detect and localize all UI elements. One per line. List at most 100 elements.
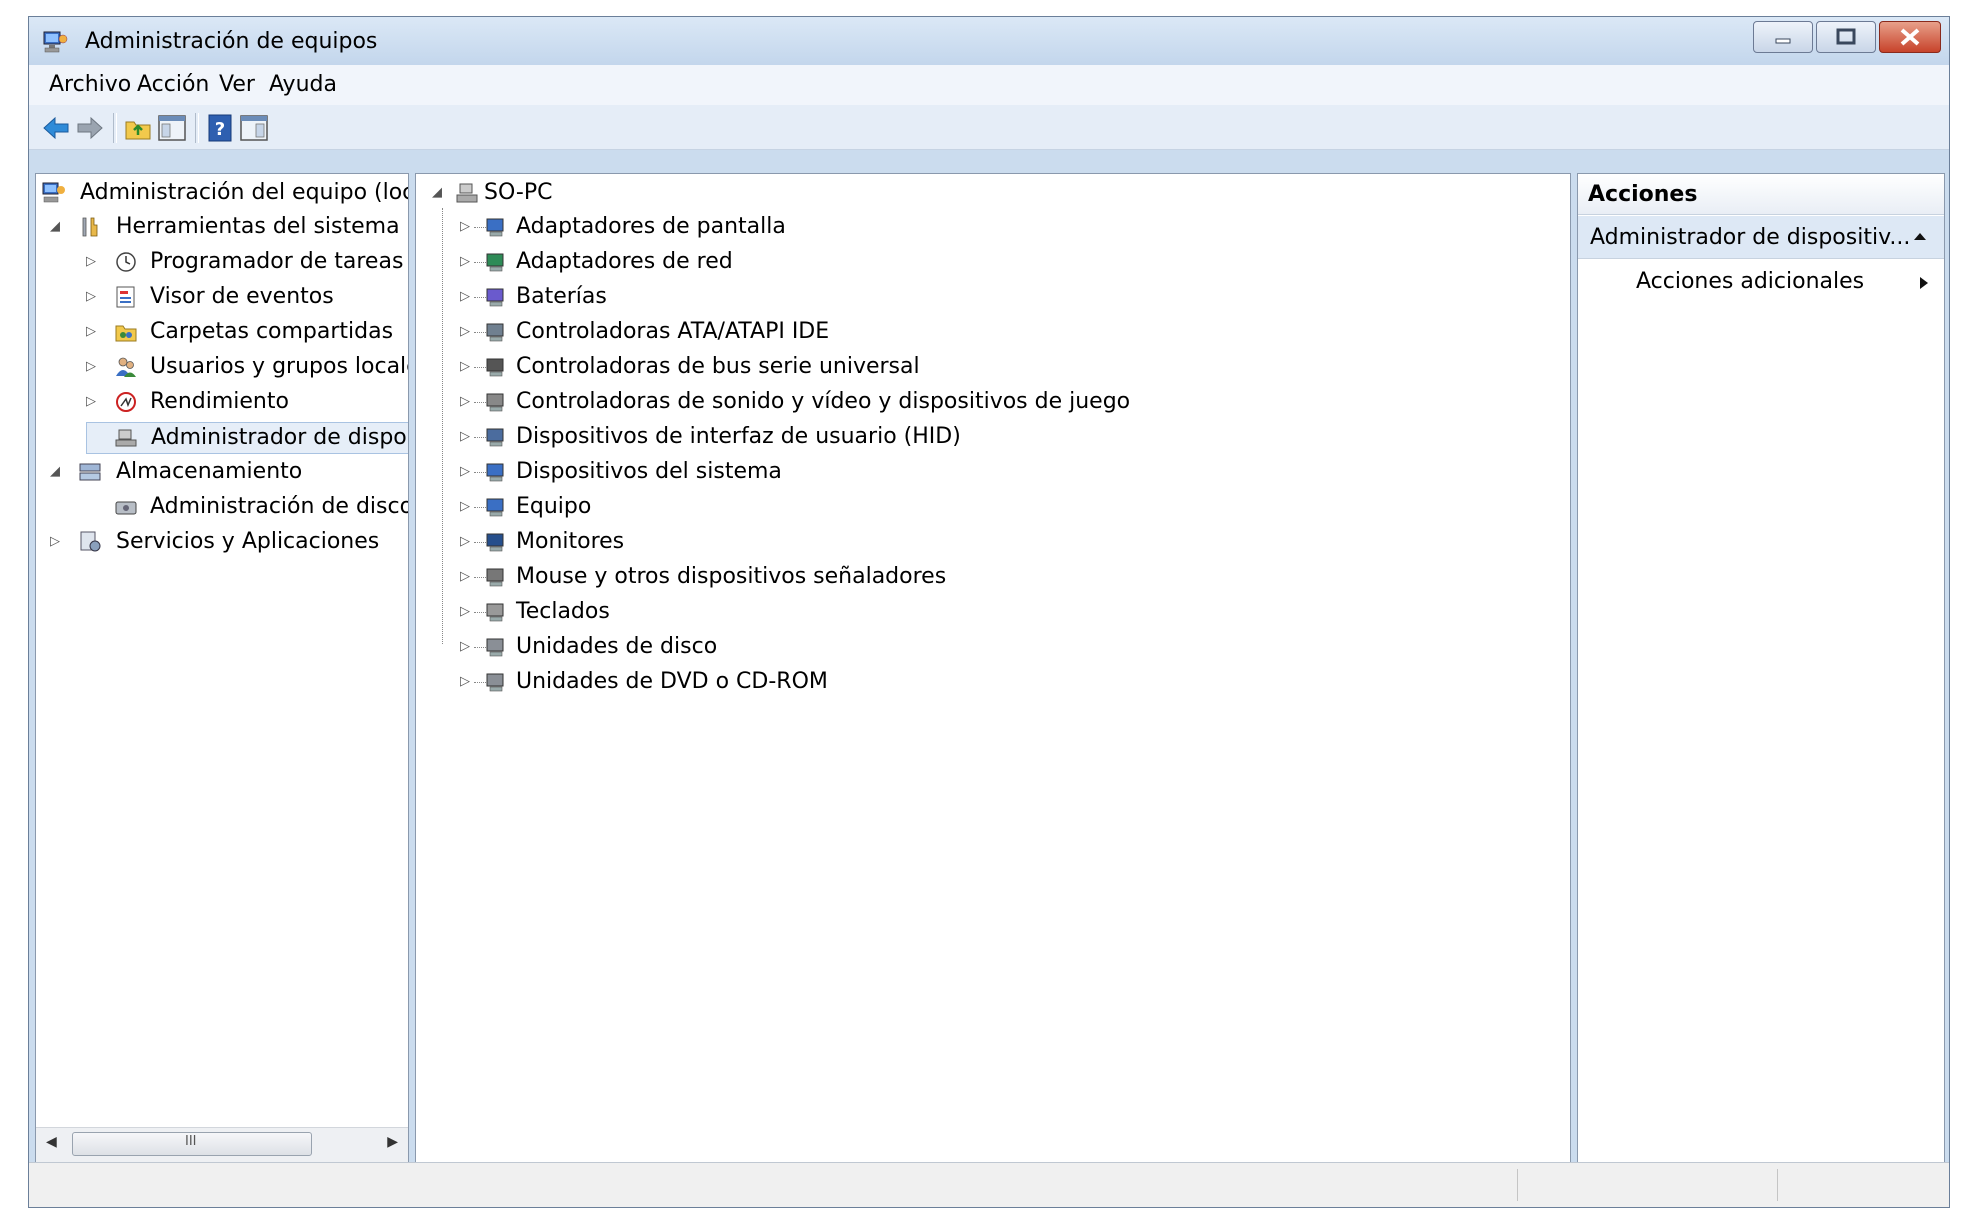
device-category-label: Dispositivos de interfaz de usuario (HID… bbox=[516, 424, 961, 449]
device-category-icon bbox=[486, 673, 504, 692]
collapsed-triangle-icon[interactable]: ▷ bbox=[460, 317, 470, 347]
collapsed-triangle-icon: ▷ bbox=[86, 254, 96, 269]
scroll-left-arrow-icon[interactable]: ◀ bbox=[46, 1134, 57, 1150]
collapsed-triangle-icon[interactable]: ▷ bbox=[460, 422, 470, 452]
minimize-button[interactable] bbox=[1753, 21, 1813, 53]
computer-management-icon bbox=[43, 31, 68, 53]
computer-management-icon bbox=[42, 182, 65, 203]
collapsed-triangle-icon[interactable]: ▷ bbox=[460, 597, 470, 627]
tree-label: Usuarios y grupos locale bbox=[150, 354, 409, 379]
device-category-icon bbox=[486, 428, 504, 447]
collapsed-triangle-icon: ▷ bbox=[86, 394, 96, 409]
device-manager-icon bbox=[115, 429, 137, 447]
tree-item-device-manager-selected[interactable]: Administrador de dispo bbox=[86, 422, 408, 454]
device-category-label: Controladoras ATA/ATAPI IDE bbox=[516, 319, 830, 344]
maximize-button[interactable] bbox=[1816, 21, 1876, 53]
menu-ayuda[interactable]: Ayuda bbox=[269, 72, 337, 97]
toolbar: ? bbox=[29, 105, 1949, 150]
collapsed-triangle-icon: ▷ bbox=[86, 359, 96, 374]
collapsed-triangle-icon[interactable]: ▷ bbox=[460, 247, 470, 277]
services-icon bbox=[80, 531, 101, 552]
device-category-label: Mouse y otros dispositivos señaladores bbox=[516, 564, 947, 589]
help-icon[interactable]: ? bbox=[205, 113, 235, 143]
scroll-thumb-grip: III bbox=[185, 1134, 197, 1149]
horizontal-scrollbar[interactable]: ◀ III ▶ bbox=[36, 1127, 408, 1162]
menu-bar: Archivo Acción Ver Ayuda bbox=[29, 65, 1949, 105]
status-divider bbox=[1517, 1169, 1518, 1201]
back-arrow-icon[interactable] bbox=[41, 113, 71, 143]
collapsed-triangle-icon[interactable]: ▷ bbox=[460, 352, 470, 382]
forward-arrow-icon[interactable] bbox=[75, 113, 105, 143]
tree-label: Carpetas compartidas bbox=[150, 319, 394, 344]
performance-icon bbox=[116, 392, 136, 412]
menu-ver[interactable]: Ver bbox=[219, 72, 255, 97]
device-category-label: Controladoras de bus serie universal bbox=[516, 354, 920, 379]
expanded-triangle-icon: ◢ bbox=[50, 464, 60, 479]
shared-folder-icon bbox=[115, 325, 137, 342]
window-controls bbox=[1753, 21, 1941, 53]
collapsed-triangle-icon[interactable]: ▷ bbox=[460, 667, 470, 697]
menu-archivo[interactable]: Archivo bbox=[49, 72, 131, 97]
storage-icon bbox=[79, 463, 101, 481]
tree-label: Herramientas del sistema bbox=[116, 214, 400, 239]
expanded-triangle-icon: ◢ bbox=[432, 185, 442, 200]
actions-item-more-actions[interactable]: Acciones adicionales bbox=[1578, 262, 1944, 302]
show-hide-console-tree-icon[interactable] bbox=[157, 113, 187, 143]
computer-management-window: Administración de equipos Archivo Acción… bbox=[28, 16, 1950, 1208]
tree-label: Servicios y Aplicaciones bbox=[116, 529, 380, 554]
device-category-icon bbox=[486, 358, 504, 377]
up-folder-icon[interactable] bbox=[123, 113, 153, 143]
device-root-label: SO-PC bbox=[484, 180, 553, 205]
collapsed-triangle-icon[interactable]: ▷ bbox=[460, 492, 470, 522]
more-actions-label: Acciones adicionales bbox=[1636, 269, 1865, 294]
device-category-icon bbox=[486, 218, 504, 237]
device-category-icon bbox=[486, 323, 504, 342]
users-icon bbox=[116, 357, 136, 377]
device-category-label: Baterías bbox=[516, 284, 607, 309]
actions-section-device-manager[interactable]: Administrador de dispositiv... bbox=[1578, 216, 1944, 259]
maximize-icon bbox=[1836, 28, 1856, 45]
computer-icon bbox=[456, 183, 478, 203]
tree-label: Administración de disco bbox=[150, 494, 409, 519]
device-category-icon bbox=[486, 603, 504, 622]
actions-header-label: Acciones bbox=[1588, 182, 1698, 207]
device-category-icon bbox=[486, 393, 504, 412]
device-category-label: Dispositivos del sistema bbox=[516, 459, 782, 484]
device-tree-pane: ◢ SO-PC ▷ Adaptadores de pantalla ▷ Adaptad… bbox=[415, 173, 1571, 1163]
collapsed-triangle-icon[interactable]: ▷ bbox=[460, 212, 470, 242]
collapsed-triangle-icon[interactable]: ▷ bbox=[460, 387, 470, 417]
close-icon bbox=[1900, 28, 1920, 46]
device-category-label: Controladoras de sonido y vídeo y dispos… bbox=[516, 389, 1131, 414]
device-category-label: Adaptadores de red bbox=[516, 249, 733, 274]
show-hide-action-pane-icon[interactable] bbox=[239, 113, 269, 143]
close-button[interactable] bbox=[1879, 21, 1941, 53]
device-category-icon bbox=[486, 638, 504, 657]
device-category-icon bbox=[486, 498, 504, 517]
collapsed-triangle-icon[interactable]: ▷ bbox=[460, 562, 470, 592]
device-category-label: Unidades de DVD o CD-ROM bbox=[516, 669, 828, 694]
tools-icon bbox=[82, 217, 98, 237]
collapsed-triangle-icon: ▷ bbox=[86, 324, 96, 339]
device-category-label: Adaptadores de pantalla bbox=[516, 214, 786, 239]
scroll-thumb[interactable]: III bbox=[72, 1132, 312, 1156]
device-category-icon bbox=[486, 288, 504, 307]
collapsed-triangle-icon[interactable]: ▷ bbox=[460, 527, 470, 557]
tree-label: Rendimiento bbox=[150, 389, 289, 414]
expanded-triangle-icon: ◢ bbox=[50, 219, 60, 234]
collapsed-triangle-icon[interactable]: ▷ bbox=[460, 457, 470, 487]
actions-header: Acciones bbox=[1578, 174, 1944, 215]
menu-accion[interactable]: Acción bbox=[137, 72, 209, 97]
toolbar-separator bbox=[195, 113, 199, 143]
submenu-arrow-icon bbox=[1920, 277, 1928, 289]
event-viewer-icon bbox=[116, 286, 135, 308]
tree-label: Administrador de dispo bbox=[151, 425, 407, 450]
device-category-icon bbox=[486, 568, 504, 587]
scroll-right-arrow-icon[interactable]: ▶ bbox=[387, 1134, 398, 1150]
collapsed-triangle-icon[interactable]: ▷ bbox=[460, 632, 470, 662]
actions-section-label: Administrador de dispositiv... bbox=[1590, 225, 1911, 250]
collapsed-triangle-icon[interactable]: ▷ bbox=[460, 282, 470, 312]
collapsed-triangle-icon: ▷ bbox=[86, 289, 96, 304]
collapse-up-icon[interactable] bbox=[1912, 230, 1928, 242]
device-category-label: Monitores bbox=[516, 529, 625, 554]
device-category-icon bbox=[486, 533, 504, 552]
